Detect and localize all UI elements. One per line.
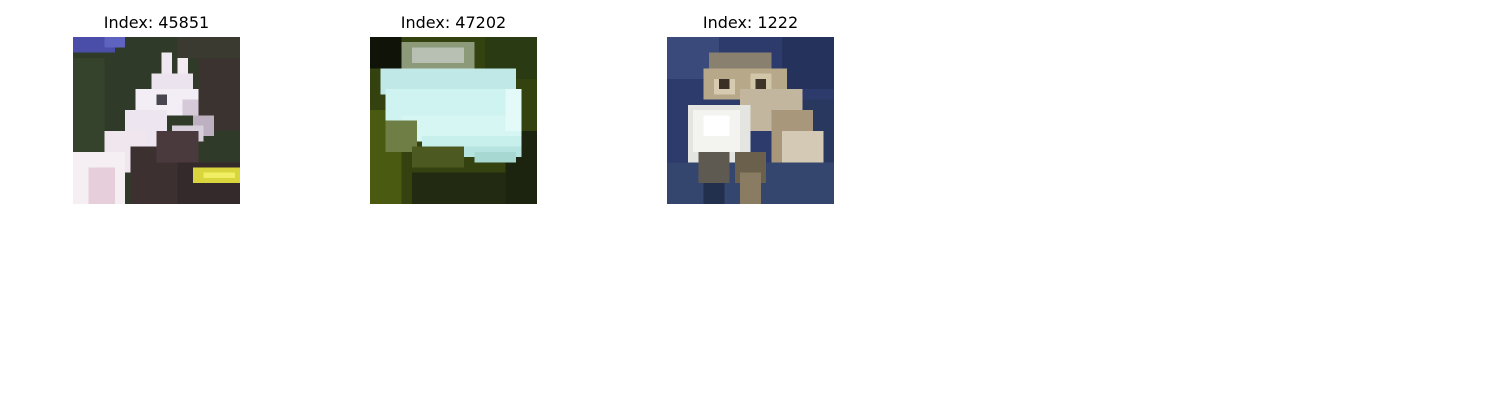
boat-photo-icon <box>370 37 537 204</box>
horse-head-photo-icon <box>73 37 240 204</box>
panel-title: Index: 45851 <box>103 13 210 32</box>
image-panel: Index: 47202 <box>370 0 537 204</box>
panel-title: Index: 1222 <box>702 13 799 32</box>
image-panel: Index: 1222 <box>667 0 834 204</box>
frog-photo-icon <box>667 37 834 204</box>
image-panel: Index: 45851 <box>73 0 240 204</box>
panel-title: Index: 47202 <box>400 13 507 32</box>
